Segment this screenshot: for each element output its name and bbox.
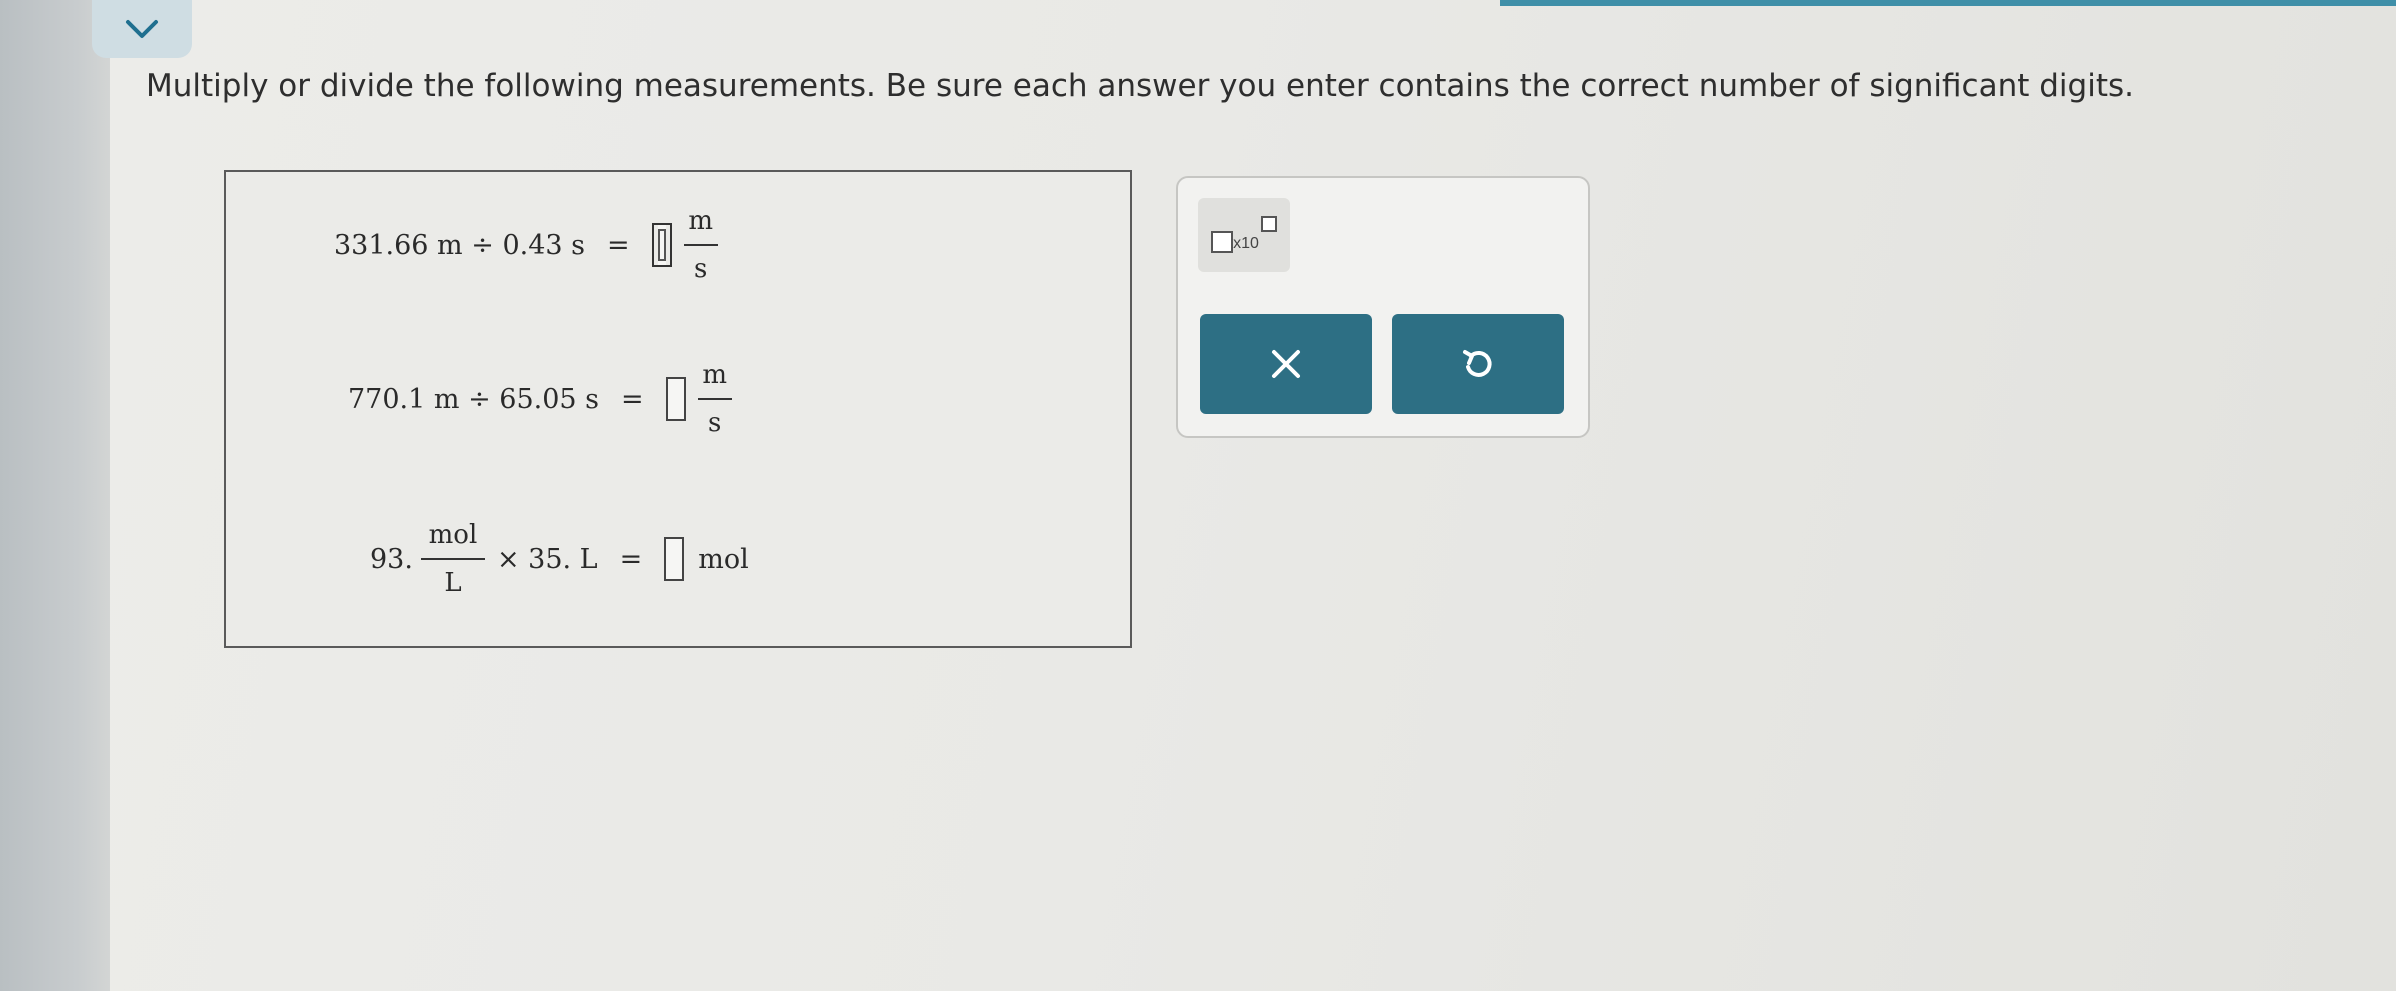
equals-sign: = bbox=[619, 543, 643, 575]
unit-numerator: m bbox=[702, 360, 727, 390]
unit-fraction: m s bbox=[683, 206, 718, 284]
equals-sign: = bbox=[607, 229, 630, 261]
concentration-fraction: mol L bbox=[420, 520, 485, 598]
problem-row-3: 93. mol L × 35. L = mol bbox=[370, 522, 749, 596]
problem-box: 331.66 m ÷ 0.43 s = m s 770.1 m ÷ 65.05 … bbox=[224, 170, 1132, 648]
multiplier-term: × 35. L bbox=[496, 543, 598, 575]
top-accent-bar bbox=[1500, 0, 2396, 6]
unit-fraction: m s bbox=[697, 360, 732, 438]
chevron-down-icon bbox=[126, 20, 158, 38]
unit-denominator: s bbox=[693, 254, 708, 284]
left-margin bbox=[0, 0, 110, 991]
answer-input-2[interactable] bbox=[665, 377, 686, 421]
x10-label: x10 bbox=[1233, 235, 1259, 252]
expression: 331.66 m ÷ 0.43 s bbox=[334, 229, 586, 261]
answer-input-3[interactable] bbox=[664, 537, 685, 581]
problem-row-1: 331.66 m ÷ 0.43 s = m s bbox=[334, 208, 718, 282]
leading-value: 93. bbox=[370, 543, 413, 575]
fraction-denominator: L bbox=[444, 568, 462, 598]
scientific-notation-button[interactable]: x10 bbox=[1198, 198, 1290, 272]
expression: 770.1 m ÷ 65.05 s bbox=[348, 383, 600, 415]
clear-button[interactable] bbox=[1200, 314, 1372, 414]
undo-button[interactable] bbox=[1392, 314, 1564, 414]
fraction-numerator: mol bbox=[428, 520, 478, 550]
close-icon bbox=[1272, 350, 1300, 378]
instructions-text: Multiply or divide the following measure… bbox=[146, 68, 2134, 104]
undo-icon bbox=[1463, 350, 1492, 377]
exponent-box-icon bbox=[1260, 216, 1277, 232]
answer-tools-panel: x10 bbox=[1176, 176, 1590, 438]
unit-numerator: m bbox=[688, 206, 713, 236]
result-unit: mol bbox=[698, 543, 749, 575]
mantissa-box-icon bbox=[1211, 231, 1234, 253]
equals-sign: = bbox=[621, 383, 644, 415]
unit-denominator: s bbox=[707, 408, 722, 438]
problem-row-2: 770.1 m ÷ 65.05 s = m s bbox=[348, 362, 732, 436]
answer-input-1[interactable] bbox=[651, 223, 672, 267]
collapse-toggle[interactable] bbox=[92, 0, 192, 58]
